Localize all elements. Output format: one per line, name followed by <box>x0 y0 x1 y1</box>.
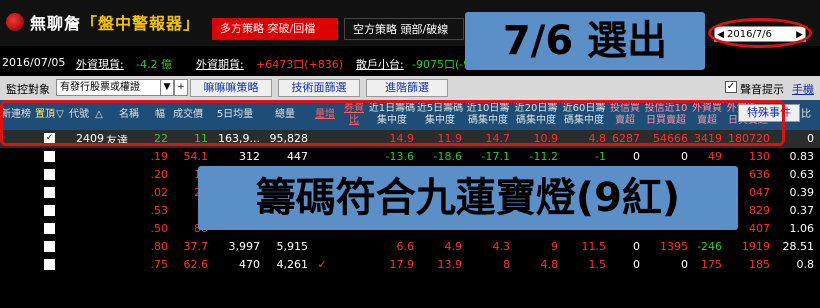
technical-filter-button[interactable]: 技術面篩選 <box>278 79 360 97</box>
pin-checkbox[interactable] <box>44 259 55 270</box>
cell-chg: .80 <box>150 240 169 253</box>
cell-c60: 1.5 <box>588 258 607 271</box>
pin-checkbox[interactable] <box>44 205 55 216</box>
sound-checkbox[interactable]: ✓ <box>725 81 737 93</box>
foreign-futures-label[interactable]: 外資期貨: <box>196 56 244 72</box>
cell-chg: .19 <box>150 150 169 163</box>
mobile-link[interactable]: 手機 <box>792 81 814 97</box>
cell-c20: -11.2 <box>529 150 558 163</box>
cell-c20: 4.8 <box>540 258 559 271</box>
table-row[interactable]: .19 54.1 312 447 -13.6 -18.6 -17.1 -11.2 -1 0 0 49 1… <box>0 148 820 166</box>
settings-bar: 監控對象 有發行股票或權證 ▼ + 嘛嘛嘛策略 技術面篩選 進階篩選 ✓ 聲音提… <box>0 76 820 100</box>
cell-fi10: 130 <box>749 150 770 163</box>
cell-it10: 1395 <box>660 240 688 253</box>
cell-it10: 0 <box>681 258 688 271</box>
cell-chg: .75 <box>150 258 169 271</box>
retail-label[interactable]: 散戶小台: <box>356 56 404 72</box>
app-title: 無聊詹「盤中警報器」 <box>30 14 201 33</box>
cell-c20: 9 <box>551 240 558 253</box>
dropdown-arrow-icon[interactable]: ▼ <box>160 79 174 96</box>
cell-fi: 49 <box>708 150 722 163</box>
cell-vol: 447 <box>287 150 308 163</box>
cell-ratio: 0.83 <box>789 150 815 163</box>
table-row[interactable]: .80 37.7 3,997 5,915 6.6 4.9 4.3 9 11.5 0 1395 -246… <box>0 238 820 256</box>
cell-ratio: 1.06 <box>789 222 815 235</box>
table-row[interactable]: .75 62.6 470 4,261 ✓ 17.9 13.9 8 4.8 1.5 0 0 175 185 0… <box>0 256 820 274</box>
pin-checkbox[interactable] <box>44 187 55 198</box>
cell-avg5: 312 <box>239 150 260 163</box>
cell-ratio: 0.63 <box>789 168 815 181</box>
cell-c5: 4.9 <box>444 240 463 253</box>
pin-checkbox[interactable] <box>44 241 55 252</box>
cell-avg5: 470 <box>239 258 260 271</box>
cell-price: 37.7 <box>183 240 209 253</box>
strategy-button[interactable]: 嘛嘛嘛策略 <box>190 79 272 97</box>
cell-fi: 175 <box>701 258 722 271</box>
cell-c1: 6.6 <box>396 240 415 253</box>
date-highlight-oval <box>708 18 812 48</box>
overlay-caption: 籌碼符合九蓮寶燈(9紅) <box>198 166 738 230</box>
cell-it: 0 <box>633 258 640 271</box>
cell-chg: .50 <box>150 222 169 235</box>
cell-vol: 5,915 <box>276 240 309 253</box>
cell-c10: 4.3 <box>492 240 511 253</box>
header-highlight-rect <box>0 100 785 146</box>
cell-avg5: 3,997 <box>228 240 261 253</box>
info-date: 2016/07/05 <box>2 56 66 69</box>
cell-fi: -246 <box>697 240 722 253</box>
foreign-spot-value: -4.2 億 <box>136 58 172 71</box>
cell-price: 62.6 <box>183 258 209 271</box>
cell-ratio: 0.37 <box>789 204 815 217</box>
cell-c60: -1 <box>595 150 606 163</box>
bear-strategy-button[interactable]: 空方策略 頭部/破線 <box>344 18 464 40</box>
cell-c5: -18.6 <box>433 150 462 163</box>
cell-fi10: 1919 <box>742 240 770 253</box>
cell-ratio: 28.51 <box>782 240 815 253</box>
cell-c10: 8 <box>503 258 510 271</box>
add-icon[interactable]: + <box>174 79 188 96</box>
cell-c1: -13.6 <box>385 150 414 163</box>
advanced-filter-button[interactable]: 進階篩選 <box>366 79 448 97</box>
cell-chg: .53 <box>150 204 169 217</box>
cell-it: 0 <box>633 240 640 253</box>
cell-c60: 11.5 <box>581 240 607 253</box>
cell-vol: 4,261 <box>276 258 309 271</box>
cell-chg: .02 <box>150 186 169 199</box>
cell-c5: 13.9 <box>437 258 463 271</box>
cell-price: 54.1 <box>183 150 209 163</box>
foreign-futures-value: +6473口(+836) <box>256 58 344 71</box>
cell-chg: .20 <box>150 168 169 181</box>
monitor-label: 監控對象 <box>6 83 50 96</box>
foreign-spot-label[interactable]: 外資現貨: <box>76 56 124 72</box>
app-logo-icon <box>6 13 24 31</box>
cell-c10: -17.1 <box>481 150 510 163</box>
pin-checkbox[interactable] <box>44 169 55 180</box>
cell-inc: ✓ <box>317 258 327 271</box>
cell-c1: 17.9 <box>389 258 415 271</box>
monitor-select[interactable]: 有發行股票或權證 <box>56 79 172 96</box>
bull-strategy-button[interactable]: 多方策略 突破/回檔 <box>212 18 338 40</box>
pin-checkbox[interactable] <box>44 223 55 234</box>
cell-fi10: 185 <box>749 258 770 271</box>
cell-it10: 0 <box>681 150 688 163</box>
pin-checkbox[interactable] <box>44 151 55 162</box>
cell-ratio: 0.8 <box>796 258 815 271</box>
cell-ratio: 0.39 <box>789 186 815 199</box>
cell-it: 0 <box>633 150 640 163</box>
overlay-date-label: 7/6 選出 <box>465 12 705 70</box>
sound-label: 聲音提示 <box>740 83 784 96</box>
